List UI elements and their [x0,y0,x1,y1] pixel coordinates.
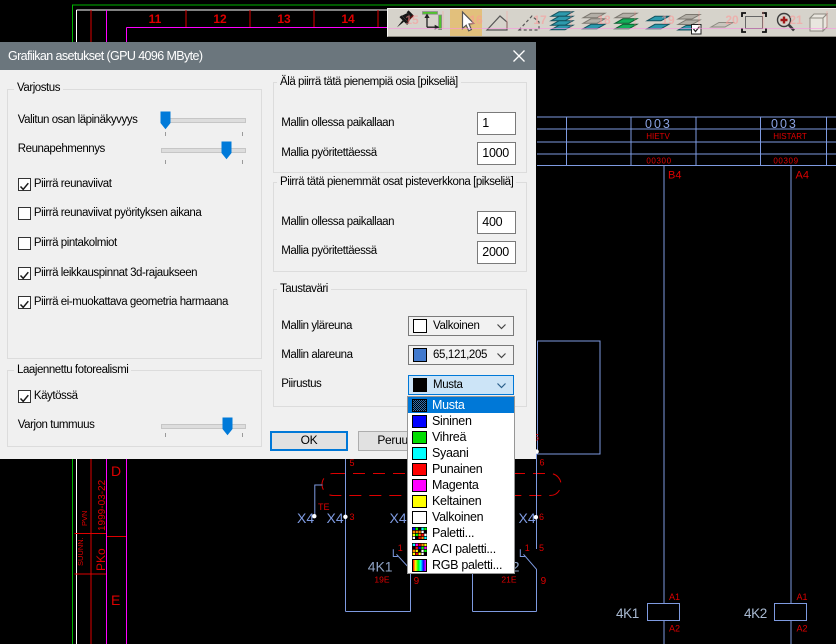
svg-text:PKo: PKo [94,548,108,571]
svg-text:21: 21 [789,13,803,27]
svg-text:TE: TE [318,502,330,512]
svg-text:19E: 19E [374,575,389,585]
svg-text:A4: A4 [796,170,809,182]
svg-text:19: 19 [661,13,675,27]
svg-text:003: 003 [771,117,798,131]
svg-text:X4: X4 [519,510,536,526]
svg-text:12: 12 [213,12,227,26]
svg-text:00300: 00300 [646,157,671,166]
svg-text:HISTART: HISTART [773,132,807,141]
svg-text:D: D [111,463,121,479]
svg-text:5: 5 [350,458,355,468]
svg-text:B4: B4 [668,170,681,182]
svg-text:18: 18 [597,13,611,27]
svg-text:9: 9 [414,576,420,587]
svg-text:4K1: 4K1 [368,559,393,575]
svg-text:6: 6 [540,458,545,468]
svg-text:1: 1 [398,543,403,553]
svg-text:13: 13 [277,12,291,26]
svg-text:4K1: 4K1 [616,606,639,621]
svg-text:PVN: PVN [80,511,89,526]
svg-text:X4: X4 [327,510,344,526]
svg-text:15: 15 [405,13,419,27]
svg-text:17: 17 [533,13,547,27]
svg-text:A1: A1 [669,592,680,602]
svg-text:21E: 21E [501,575,516,585]
svg-text:003: 003 [645,117,672,131]
svg-text:6: 6 [539,512,544,522]
svg-text:14: 14 [341,12,355,26]
svg-text:11: 11 [149,12,162,26]
svg-text:HIETV: HIETV [646,132,670,141]
svg-text:X4: X4 [297,510,314,526]
svg-text:A2: A2 [797,624,808,634]
svg-text:SUUNN.: SUUNN. [76,537,85,566]
svg-text:9: 9 [541,576,547,587]
svg-text:A1: A1 [797,592,808,602]
svg-text:A2: A2 [669,624,680,634]
svg-text:16: 16 [469,13,483,27]
svg-text:00309: 00309 [773,157,798,166]
svg-text:20: 20 [725,13,739,27]
svg-text:4K2: 4K2 [744,606,767,621]
svg-text:1999-03-22: 1999-03-22 [97,479,108,531]
svg-text:5: 5 [539,543,544,553]
svg-text:3: 3 [350,512,355,522]
svg-text:1: 1 [525,543,530,553]
svg-text:E: E [111,592,120,608]
svg-text:X4: X4 [390,510,407,526]
